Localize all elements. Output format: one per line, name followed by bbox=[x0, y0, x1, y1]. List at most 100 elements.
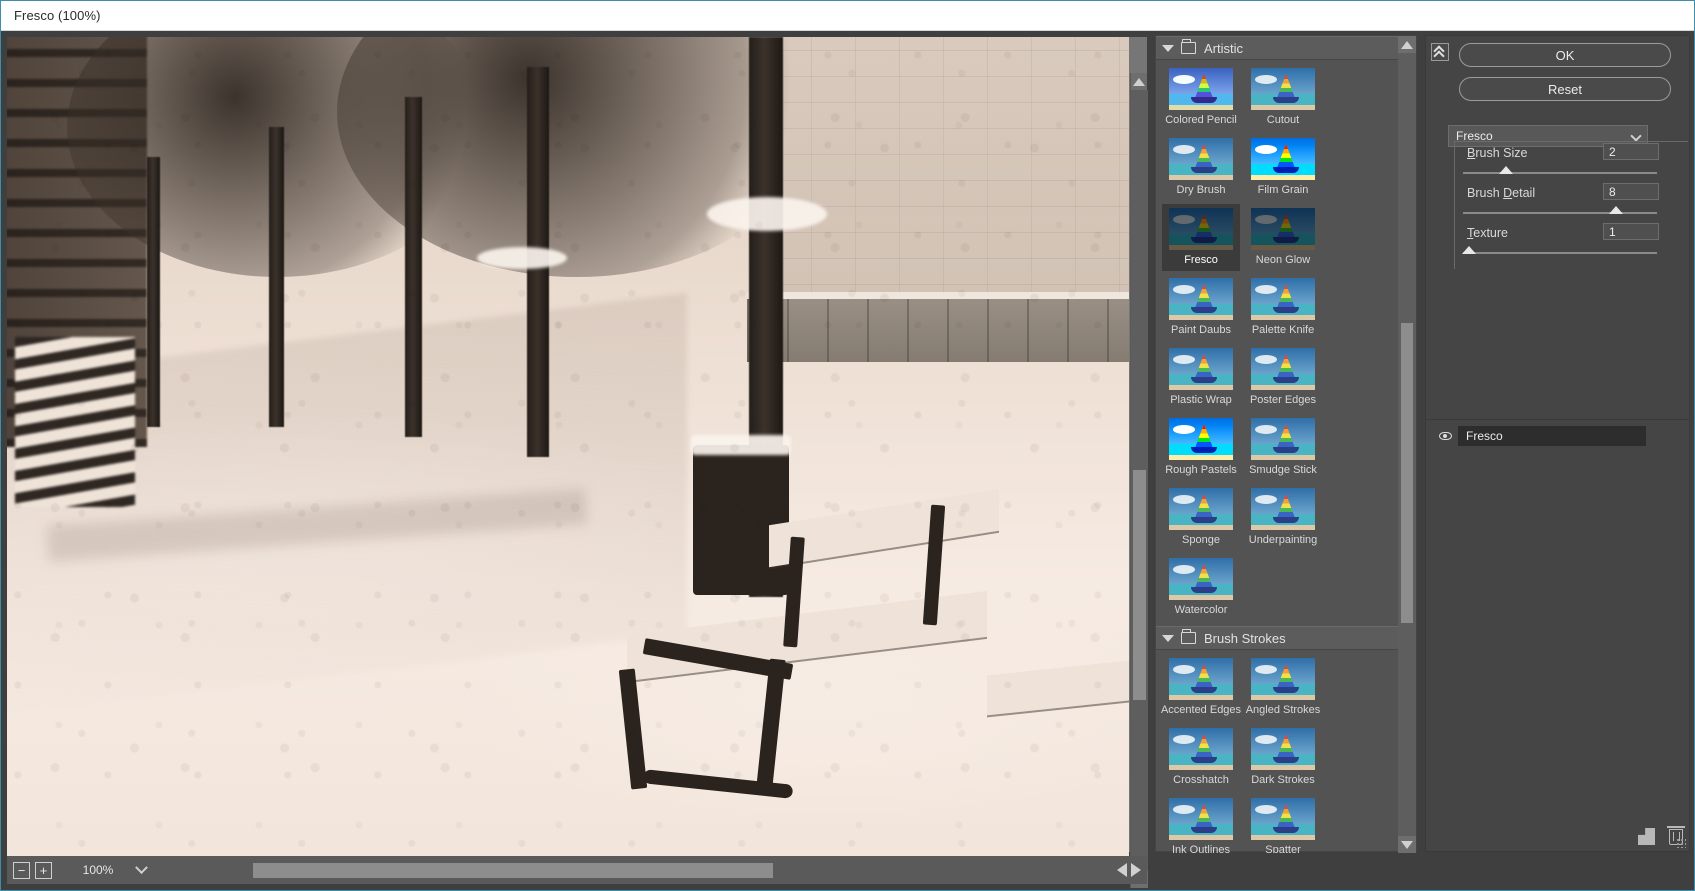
filter-thumbnail bbox=[1169, 558, 1233, 600]
filter-item-watercolor[interactable]: Watercolor bbox=[1162, 554, 1240, 621]
effect-layers-panel[interactable]: Fresco bbox=[1425, 419, 1690, 852]
param-label: Texture bbox=[1467, 226, 1508, 240]
filter-item-paint-daubs[interactable]: Paint Daubs bbox=[1162, 274, 1240, 341]
filter-item-underpainting[interactable]: Underpainting bbox=[1244, 484, 1322, 551]
filter-item-rough-pastels[interactable]: Rough Pastels bbox=[1162, 414, 1240, 481]
filter-label: Film Grain bbox=[1257, 184, 1309, 196]
filter-item-cutout[interactable]: Cutout bbox=[1244, 64, 1322, 131]
filter-thumbnail bbox=[1169, 418, 1233, 460]
preview-hscroll-thumb[interactable] bbox=[253, 862, 773, 878]
double-chevron-up-icon bbox=[1433, 45, 1445, 62]
preview-vertical-scrollbar[interactable] bbox=[1130, 73, 1148, 888]
filter-label: Plastic Wrap bbox=[1170, 394, 1232, 406]
filter-gallery-scroll-region[interactable]: Artistic Colored Pencil Cutout Dry Brush Fil… bbox=[1156, 36, 1400, 853]
preview-vscroll-track[interactable] bbox=[1131, 90, 1148, 871]
param-slider-handle[interactable] bbox=[1498, 166, 1513, 174]
filter-item-colored-pencil[interactable]: Colored Pencil bbox=[1162, 64, 1240, 131]
filter-thumbnail bbox=[1169, 278, 1233, 320]
effect-layer-name: Fresco bbox=[1466, 429, 1503, 443]
filter-grid: Colored Pencil Cutout Dry Brush Film Grain F… bbox=[1156, 60, 1400, 626]
filter-item-poster-edges[interactable]: Poster Edges bbox=[1244, 344, 1322, 411]
triangle-right-icon bbox=[1131, 863, 1141, 877]
preview-pane[interactable] bbox=[7, 37, 1148, 888]
filter-item-dry-brush[interactable]: Dry Brush bbox=[1162, 134, 1240, 201]
filter-parameters-group: Brush Size 2 Brush Detail 8 Texture 1 bbox=[1454, 141, 1688, 269]
filter-thumbnail bbox=[1169, 658, 1233, 700]
filter-thumbnail bbox=[1169, 68, 1233, 110]
gallery-scroll-up-button[interactable] bbox=[1398, 36, 1416, 53]
preview-scroll-right-button[interactable] bbox=[1131, 863, 1141, 877]
param-value-input[interactable]: 8 bbox=[1603, 183, 1659, 200]
filter-thumbnail bbox=[1169, 348, 1233, 390]
param-slider-track[interactable] bbox=[1463, 212, 1657, 214]
param-label: Brush Size bbox=[1467, 146, 1528, 160]
eye-icon[interactable] bbox=[1432, 426, 1458, 446]
zoom-dropdown-button[interactable] bbox=[129, 860, 153, 880]
ok-button[interactable]: OK bbox=[1459, 43, 1671, 67]
filter-thumbnail bbox=[1169, 138, 1233, 180]
zoom-out-button[interactable]: − bbox=[13, 861, 30, 879]
new-effect-layer-icon[interactable] bbox=[1638, 828, 1655, 845]
gallery-vertical-scrollbar[interactable] bbox=[1398, 36, 1416, 853]
filter-item-angled-strokes[interactable]: Angled Strokes bbox=[1244, 654, 1322, 721]
filter-category-list[interactable]: Artistic Colored Pencil Cutout Dry Brush Fil… bbox=[1155, 35, 1417, 853]
effect-layer-row[interactable]: Fresco bbox=[1432, 426, 1646, 446]
filter-item-fresco[interactable]: Fresco bbox=[1162, 204, 1240, 271]
zoom-level-value[interactable]: 100% bbox=[67, 860, 129, 880]
preview-scroll-up-button[interactable] bbox=[1131, 73, 1147, 90]
param-slider-handle[interactable] bbox=[1609, 206, 1624, 214]
filter-label: Smudge Stick bbox=[1249, 464, 1317, 476]
reset-button[interactable]: Reset bbox=[1459, 77, 1671, 101]
filter-item-sponge[interactable]: Sponge bbox=[1162, 484, 1240, 551]
param-slider-handle[interactable] bbox=[1461, 246, 1476, 254]
category-header-brush-strokes[interactable]: Brush Strokes bbox=[1156, 626, 1400, 650]
title-bar: Fresco (100%) bbox=[1, 1, 1694, 31]
filter-item-ink-outlines[interactable]: Ink Outlines bbox=[1162, 794, 1240, 853]
category-header-artistic[interactable]: Artistic bbox=[1156, 36, 1400, 60]
filter-label: Fresco bbox=[1184, 254, 1218, 266]
filter-thumbnail bbox=[1169, 488, 1233, 530]
filter-item-smudge-stick[interactable]: Smudge Stick bbox=[1244, 414, 1322, 481]
preview-horizontal-scroll-track[interactable] bbox=[163, 860, 1107, 880]
filter-thumbnail bbox=[1251, 418, 1315, 460]
chevron-down-icon bbox=[134, 860, 148, 874]
filter-thumbnail bbox=[1251, 658, 1315, 700]
filter-label: Spatter bbox=[1265, 844, 1301, 853]
folder-icon bbox=[1181, 39, 1196, 54]
zoom-in-button[interactable]: + bbox=[35, 861, 52, 879]
preview-vscroll-thumb[interactable] bbox=[1133, 470, 1146, 700]
filter-item-accented-edges[interactable]: Accented Edges bbox=[1160, 654, 1242, 721]
filter-label: Angled Strokes bbox=[1245, 704, 1321, 716]
param-slider-track[interactable] bbox=[1463, 172, 1657, 174]
filter-label: Dry Brush bbox=[1176, 184, 1226, 196]
triangle-down-icon bbox=[1162, 634, 1174, 642]
gallery-vscroll-thumb[interactable] bbox=[1401, 323, 1413, 623]
filter-item-spatter[interactable]: Spatter bbox=[1244, 794, 1322, 853]
preview-fresco-texture bbox=[7, 37, 1129, 868]
filter-item-film-grain[interactable]: Film Grain bbox=[1244, 134, 1322, 201]
filter-item-palette-knife[interactable]: Palette Knife bbox=[1244, 274, 1322, 341]
gallery-scroll-down-button[interactable] bbox=[1398, 836, 1416, 853]
filter-grid: Accented Edges Angled Strokes Crosshatch Da… bbox=[1156, 650, 1400, 853]
param-slider-track[interactable] bbox=[1463, 252, 1657, 254]
filter-label: Accented Edges bbox=[1160, 704, 1242, 716]
filter-label: Crosshatch bbox=[1173, 774, 1229, 786]
resize-grip[interactable] bbox=[1676, 838, 1686, 848]
category-name: Brush Strokes bbox=[1204, 630, 1286, 646]
filter-item-neon-glow[interactable]: Neon Glow bbox=[1244, 204, 1322, 271]
filter-label: Underpainting bbox=[1248, 534, 1318, 546]
preview-scroll-left-button[interactable] bbox=[1117, 863, 1127, 877]
param-value-input[interactable]: 1 bbox=[1603, 223, 1659, 240]
filter-item-plastic-wrap[interactable]: Plastic Wrap bbox=[1162, 344, 1240, 411]
filter-thumbnail bbox=[1169, 208, 1233, 250]
param-value-input[interactable]: 2 bbox=[1603, 143, 1659, 160]
filter-thumbnail bbox=[1251, 728, 1315, 770]
filter-thumbnail bbox=[1169, 798, 1233, 840]
filter-item-crosshatch[interactable]: Crosshatch bbox=[1162, 724, 1240, 791]
collapse-panel-button[interactable] bbox=[1431, 43, 1449, 62]
image-preview-canvas[interactable] bbox=[7, 37, 1129, 868]
gallery-vscroll-track[interactable] bbox=[1398, 53, 1416, 836]
filter-thumbnail bbox=[1251, 348, 1315, 390]
filter-thumbnail bbox=[1251, 138, 1315, 180]
filter-item-dark-strokes[interactable]: Dark Strokes bbox=[1244, 724, 1322, 791]
